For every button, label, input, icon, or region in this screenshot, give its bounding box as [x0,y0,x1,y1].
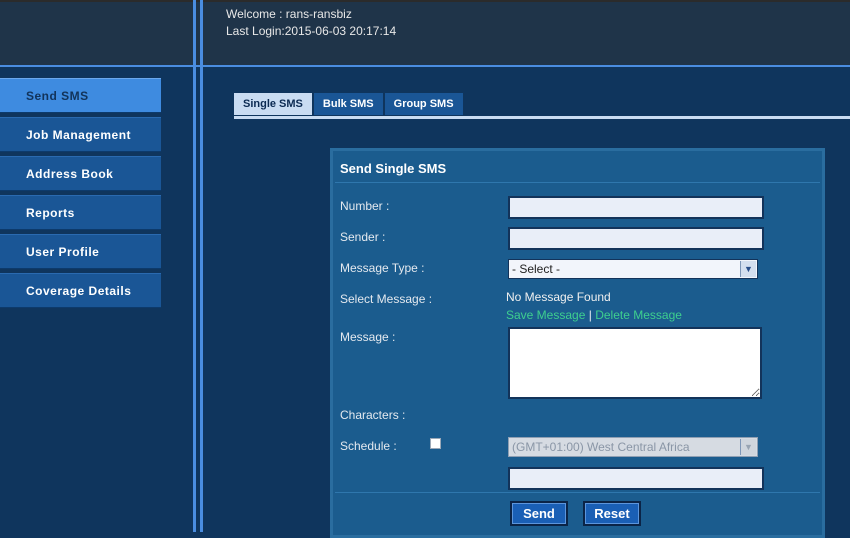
tab-bar: Single SMS Bulk SMS Group SMS [234,93,465,115]
header-divider [0,65,850,67]
message-textarea[interactable] [508,327,762,399]
schedule-time-input[interactable] [508,467,764,490]
top-header [0,0,850,66]
no-message-text: No Message Found [506,290,611,304]
timezone-value: (GMT+01:00) West Central Africa [512,440,690,454]
tab-bulk-sms[interactable]: Bulk SMS [313,93,383,115]
save-message-link[interactable]: Save Message [506,308,585,322]
tab-group-sms[interactable]: Group SMS [384,93,463,115]
message-links: Save Message | Delete Message [506,308,682,322]
panel-footer-divider [335,492,820,493]
tab-single-sms[interactable]: Single SMS [234,93,312,115]
message-type-value: - Select - [512,262,561,276]
reset-button[interactable]: Reset [583,501,641,526]
panel-title: Send Single SMS [340,161,447,176]
sidebar: Send SMS Job Management Address Book Rep… [0,78,161,312]
last-login-text: Last Login:2015-06-03 20:17:14 [226,24,397,38]
characters-label: Characters : [340,408,406,422]
sidebar-item-user-profile[interactable]: User Profile [0,234,161,269]
sender-label: Sender : [340,230,386,244]
sidebar-item-coverage-details[interactable]: Coverage Details [0,273,161,308]
sidebar-item-job-management[interactable]: Job Management [0,117,161,152]
timezone-select[interactable]: (GMT+01:00) West Central Africa ▼ [508,437,758,457]
welcome-text: Welcome : rans-ransbiz [226,7,352,21]
tab-underline [234,116,850,119]
vertical-divider-1 [193,0,196,532]
vertical-divider-2 [200,0,203,532]
sidebar-item-reports[interactable]: Reports [0,195,161,230]
message-label: Message : [340,330,396,344]
send-button[interactable]: Send [510,501,568,526]
sidebar-item-send-sms[interactable]: Send SMS [0,78,161,113]
message-type-select[interactable]: - Select - ▼ [508,259,758,279]
delete-message-link[interactable]: Delete Message [595,308,682,322]
message-type-label: Message Type : [340,261,425,275]
schedule-label: Schedule : [340,439,397,453]
chevron-down-icon: ▼ [740,439,756,455]
number-input[interactable] [508,196,764,219]
welcome-block: Welcome : rans-ransbiz Last Login:2015-0… [226,6,396,40]
chevron-down-icon: ▼ [740,261,756,277]
panel-divider [335,182,820,183]
link-separator: | [588,308,592,322]
sender-input[interactable] [508,227,764,250]
select-message-label: Select Message : [340,292,433,306]
schedule-checkbox[interactable] [430,438,441,449]
sidebar-item-address-book[interactable]: Address Book [0,156,161,191]
number-label: Number : [340,199,390,213]
